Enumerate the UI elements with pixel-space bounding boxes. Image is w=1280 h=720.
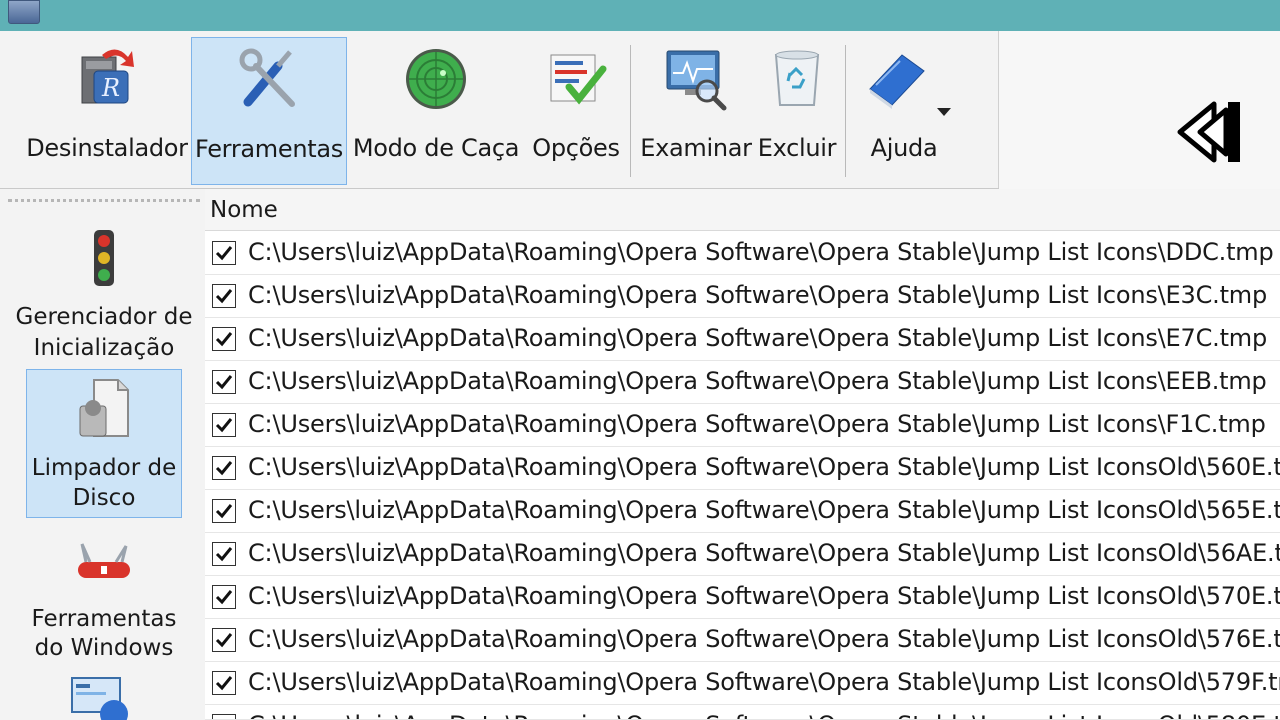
- tools-label: Ferramentas: [195, 135, 343, 163]
- scan-monitor-icon: [666, 50, 727, 111]
- row-checkbox[interactable]: [212, 456, 236, 480]
- row-checkbox[interactable]: [212, 542, 236, 566]
- file-path: C:\Users\luiz\AppData\Roaming\Opera Soft…: [248, 582, 1280, 610]
- sidebar-item-startup-manager[interactable]: Gerenciador de Inicialização: [16, 222, 192, 362]
- file-path: C:\Users\luiz\AppData\Roaming\Opera Soft…: [248, 453, 1280, 481]
- column-header-label: Nome: [210, 197, 278, 223]
- row-checkbox[interactable]: [212, 370, 236, 394]
- sidebar-item-label: Inicialização: [33, 335, 175, 361]
- file-path: C:\Users\luiz\AppData\Roaming\Opera Soft…: [248, 281, 1267, 309]
- file-path: C:\Users\luiz\AppData\Roaming\Opera Soft…: [248, 625, 1280, 653]
- options-label: Opções: [532, 134, 620, 162]
- tools-icon: [239, 48, 295, 107]
- sidebar-item-label: do Windows: [34, 635, 174, 661]
- toolbar-divider: [998, 31, 999, 189]
- swiss-knife-icon: [78, 543, 130, 578]
- row-checkbox[interactable]: [212, 241, 236, 265]
- table-row[interactable]: C:\Users\luiz\AppData\Roaming\Opera Soft…: [205, 318, 1280, 361]
- row-checkbox[interactable]: [212, 327, 236, 351]
- column-header-name[interactable]: Nome: [205, 189, 1280, 231]
- table-row[interactable]: C:\Users\luiz\AppData\Roaming\Opera Soft…: [205, 404, 1280, 447]
- file-path: C:\Users\luiz\AppData\Roaming\Opera Soft…: [248, 496, 1280, 524]
- file-path: C:\Users\luiz\AppData\Roaming\Opera Soft…: [248, 410, 1266, 438]
- sidebar-item-label: Ferramentas: [31, 606, 177, 632]
- tools-button[interactable]: Ferramentas: [191, 37, 347, 185]
- checkmark-icon: [215, 418, 233, 433]
- row-checkbox[interactable]: [212, 714, 236, 719]
- row-checkbox[interactable]: [212, 284, 236, 308]
- row-checkbox[interactable]: [212, 585, 236, 609]
- file-path: C:\Users\luiz\AppData\Roaming\Opera Soft…: [248, 668, 1280, 696]
- checkmark-icon: [215, 676, 233, 691]
- file-path: C:\Users\luiz\AppData\Roaming\Opera Soft…: [248, 238, 1274, 266]
- sidebar-item-label: Limpador de: [31, 455, 177, 481]
- checkmark-icon: [215, 461, 233, 476]
- traffic-light-icon: [94, 230, 114, 286]
- recycle-bin-icon: [774, 50, 820, 106]
- table-row[interactable]: C:\Users\luiz\AppData\Roaming\Opera Soft…: [205, 619, 1280, 662]
- help-button[interactable]: Ajuda: [852, 37, 962, 185]
- hunter-mode-label: Modo de Caça: [352, 134, 520, 162]
- table-row[interactable]: C:\Users\luiz\AppData\Roaming\Opera Soft…: [205, 361, 1280, 404]
- row-checkbox[interactable]: [212, 628, 236, 652]
- options-button[interactable]: Opções: [526, 37, 626, 185]
- sidebar-item-disk-cleaner[interactable]: Limpador de Disco: [26, 369, 182, 518]
- file-path: C:\Users\luiz\AppData\Roaming\Opera Soft…: [248, 367, 1267, 395]
- uninstaller-label: Desinstalador: [26, 134, 188, 162]
- scan-button[interactable]: Examinar: [640, 37, 752, 185]
- checkmark-icon: [215, 375, 233, 390]
- checkmark-icon: [215, 332, 233, 347]
- checkmark-icon: [215, 590, 233, 605]
- table-row[interactable]: C:\Users\luiz\AppData\Roaming\Opera Soft…: [205, 232, 1280, 275]
- row-checkbox[interactable]: [212, 671, 236, 695]
- toolbar-separator: [630, 45, 631, 177]
- checkmark-icon: [215, 246, 233, 261]
- chevron-down-icon[interactable]: [936, 107, 952, 117]
- table-row[interactable]: C:\Users\luiz\AppData\Roaming\Opera Soft…: [205, 662, 1280, 705]
- svg-text:R: R: [101, 74, 120, 102]
- disk-cleaner-icon: [79, 379, 129, 437]
- app-icon[interactable]: [8, 0, 40, 24]
- sidebar-divider: [8, 199, 200, 202]
- checkmark-icon: [215, 289, 233, 304]
- file-path: C:\Users\luiz\AppData\Roaming\Opera Soft…: [248, 711, 1280, 719]
- scan-label: Examinar: [640, 134, 752, 162]
- table-row[interactable]: C:\Users\luiz\AppData\Roaming\Opera Soft…: [205, 576, 1280, 619]
- network-settings-icon: [71, 677, 128, 720]
- back-arrow-icon[interactable]: [1176, 98, 1246, 166]
- checkmark-icon: [215, 633, 233, 648]
- checkmark-icon: [215, 547, 233, 562]
- hunter-mode-button[interactable]: Modo de Caça: [350, 37, 522, 185]
- help-book-icon: [869, 54, 925, 109]
- table-row[interactable]: C:\Users\luiz\AppData\Roaming\Opera Soft…: [205, 447, 1280, 490]
- file-path: C:\Users\luiz\AppData\Roaming\Opera Soft…: [248, 539, 1280, 567]
- uninstaller-icon: R: [81, 49, 134, 104]
- sidebar-item-windows-tools[interactable]: Ferramentas do Windows: [26, 528, 182, 668]
- delete-button[interactable]: Excluir: [756, 37, 838, 185]
- table-row[interactable]: C:\Users\luiz\AppData\Roaming\Opera Soft…: [205, 490, 1280, 533]
- title-bar: [0, 0, 1280, 31]
- table-row[interactable]: C:\Users\luiz\AppData\Roaming\Opera Soft…: [205, 533, 1280, 576]
- table-row[interactable]: C:\Users\luiz\AppData\Roaming\Opera Soft…: [205, 275, 1280, 318]
- help-label: Ajuda: [870, 134, 938, 162]
- file-path: C:\Users\luiz\AppData\Roaming\Opera Soft…: [248, 324, 1267, 352]
- delete-label: Excluir: [757, 134, 837, 162]
- table-row[interactable]: C:\Users\luiz\AppData\Roaming\Opera Soft…: [205, 705, 1280, 720]
- radar-icon: [406, 49, 466, 109]
- row-checkbox[interactable]: [212, 413, 236, 437]
- row-checkbox[interactable]: [212, 499, 236, 523]
- sidebar-item-label: Gerenciador de: [15, 304, 193, 330]
- checkmark-icon: [215, 504, 233, 519]
- uninstaller-button[interactable]: R Desinstalador: [24, 37, 190, 185]
- options-checklist-icon: [550, 54, 607, 105]
- sidebar-item-label: Disco: [72, 485, 136, 511]
